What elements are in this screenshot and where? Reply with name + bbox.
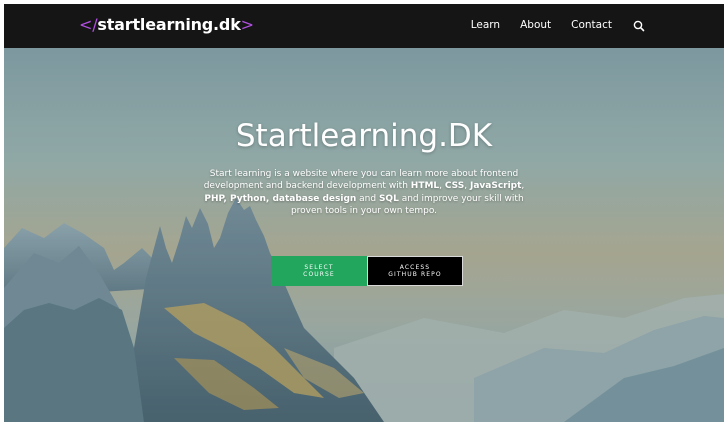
desc-sep-3: ,: [521, 181, 525, 192]
mountain-background-image: [4, 48, 724, 422]
select-course-button[interactable]: SELECT COURSE: [271, 256, 367, 286]
nav-link-about[interactable]: About: [520, 19, 551, 31]
desc-sql: SQL: [378, 193, 399, 204]
hero-title: Startlearning.DK: [235, 118, 493, 154]
hero-section: Startlearning.DK Start learning is a web…: [4, 48, 724, 422]
navbar: </startlearning.dk> Learn About Contact: [4, 4, 724, 48]
brand-open-tag: </: [79, 15, 98, 34]
search-icon[interactable]: [632, 18, 646, 32]
desc-php-python-db: PHP, Python, database design: [204, 193, 357, 204]
hero-description: Start learning is a website where you ca…: [194, 168, 534, 218]
nav-link-contact[interactable]: Contact: [571, 19, 612, 31]
nav-links: Learn About Contact: [471, 18, 646, 32]
desc-html: HTML: [410, 181, 440, 192]
desc-javascript: JavaScript: [469, 181, 522, 192]
github-line-2: GITHUB REPO: [388, 271, 442, 278]
nav-link-learn[interactable]: Learn: [471, 19, 500, 31]
brand-logo[interactable]: </startlearning.dk>: [79, 15, 254, 34]
desc-sep-4: and: [356, 193, 379, 204]
brand-name: startlearning.dk: [97, 15, 241, 34]
brand-close-tag: >: [240, 15, 254, 34]
select-course-line-2: COURSE: [303, 271, 335, 278]
access-github-repo-button[interactable]: ACCESS GITHUB REPO: [367, 256, 463, 286]
github-line-1: ACCESS: [399, 263, 431, 271]
desc-css: CSS: [444, 181, 465, 192]
select-course-line-1: SELECT: [304, 263, 334, 271]
browser-viewport: </startlearning.dk> Learn About Contact: [4, 4, 724, 422]
